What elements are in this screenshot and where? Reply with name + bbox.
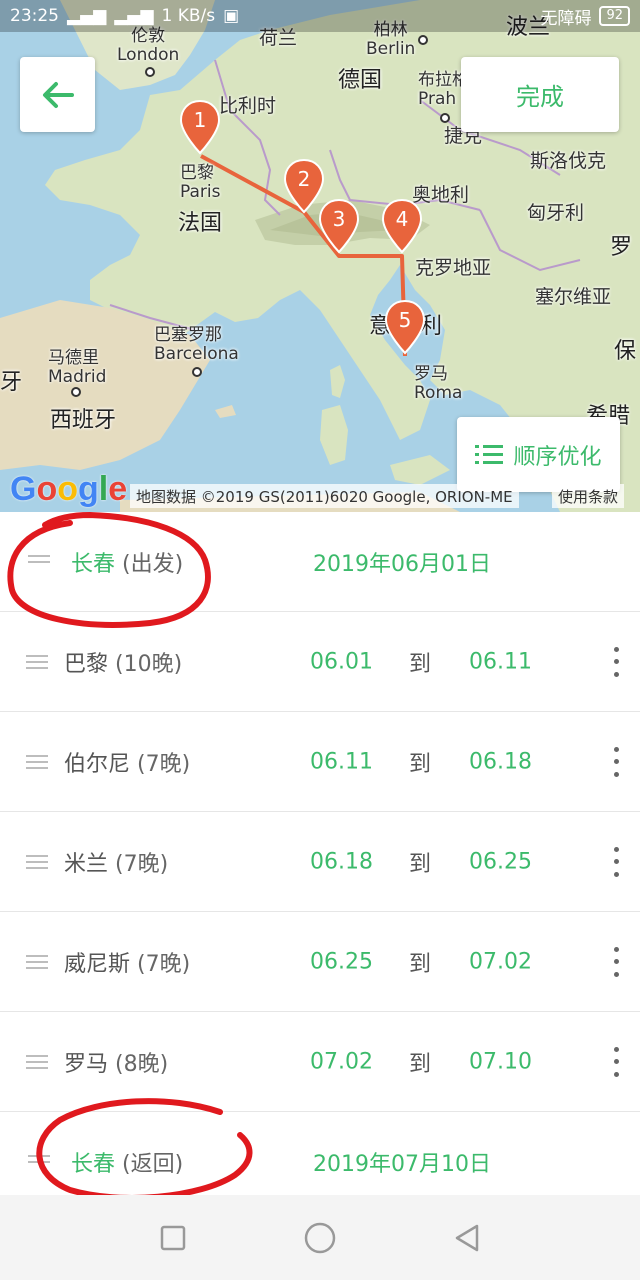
stop-city: 伯尔尼 (7晚) bbox=[64, 751, 191, 777]
route-marker-label: 1 bbox=[194, 108, 207, 132]
stop-end-date[interactable]: 06.25 bbox=[469, 849, 532, 874]
stop-end-date[interactable]: 06.11 bbox=[469, 649, 532, 674]
drag-handle-icon[interactable] bbox=[26, 654, 48, 669]
back-button[interactable] bbox=[20, 57, 95, 132]
stop-items: 巴黎 (10晚) 06.01 到 06.11 伯尔尼 (7晚) 06.11 到 06.18 米兰… bbox=[0, 612, 640, 1112]
stop-row[interactable]: 巴黎 (10晚) 06.01 到 06.11 bbox=[0, 612, 640, 712]
route-marker-4[interactable]: 4 bbox=[380, 198, 424, 256]
map-credits: 地图数据 ©2019 GS(2011)6020 Google, ORION-ME bbox=[130, 484, 519, 508]
back-arrow-icon bbox=[42, 81, 74, 108]
stop-start-date[interactable]: 07.02 bbox=[310, 1049, 373, 1074]
stop-start-date[interactable]: 06.18 bbox=[310, 849, 373, 874]
itinerary-list: 长春 (出发) 2019年06月01日 巴黎 (10晚) 06.01 到 06.11 伯… bbox=[0, 512, 640, 1212]
hd-icon: ▣ bbox=[223, 6, 240, 26]
drag-handle-icon[interactable] bbox=[26, 854, 48, 869]
optimize-order-button[interactable]: 顺序优化 bbox=[457, 417, 620, 492]
stop-to-label: 到 bbox=[409, 851, 432, 877]
departure-city: 长春 (出发) bbox=[71, 551, 184, 577]
route-map[interactable]: 伦敦 London 荷兰 柏林 Berlin 波兰 德国 布拉格 Prah 捷克 比利… bbox=[0, 0, 640, 512]
battery-icon: 92 bbox=[599, 6, 630, 26]
route-marker-label: 3 bbox=[333, 207, 346, 231]
status-bar: 23:25 ▂▄▆ ▂▄▆ 1 KB/s ▣ 无障碍 92 bbox=[0, 0, 640, 32]
route-marker-3[interactable]: 3 bbox=[317, 198, 361, 256]
stop-end-date[interactable]: 06.18 bbox=[469, 749, 532, 774]
return-date[interactable]: 2019年07月10日 bbox=[313, 1146, 491, 1178]
stop-end-date[interactable]: 07.02 bbox=[469, 949, 532, 974]
stop-row[interactable]: 威尼斯 (7晚) 06.25 到 07.02 bbox=[0, 912, 640, 1012]
circle-icon bbox=[304, 1222, 336, 1253]
stop-start-date[interactable]: 06.25 bbox=[310, 949, 373, 974]
stop-row[interactable]: 米兰 (7晚) 06.18 到 06.25 bbox=[0, 812, 640, 912]
return-city: 长春 (返回) bbox=[71, 1152, 184, 1177]
signal-icon-2: ▂▄▆ bbox=[114, 6, 154, 26]
stop-to-label: 到 bbox=[409, 751, 432, 777]
stop-city: 巴黎 (10晚) bbox=[64, 651, 183, 677]
done-button[interactable]: 完成 bbox=[461, 57, 619, 132]
google-logo: Google bbox=[10, 470, 128, 508]
drag-handle-icon[interactable] bbox=[26, 954, 48, 969]
route-marker-5[interactable]: 5 bbox=[383, 299, 427, 357]
home-button[interactable] bbox=[300, 1218, 340, 1258]
drag-handle-icon[interactable] bbox=[26, 1054, 48, 1069]
stop-city: 威尼斯 (7晚) bbox=[64, 951, 191, 977]
departure-date[interactable]: 2019年06月01日 bbox=[313, 546, 491, 578]
more-options-icon[interactable] bbox=[606, 846, 626, 877]
more-options-icon[interactable] bbox=[606, 946, 626, 977]
stop-start-date[interactable]: 06.11 bbox=[310, 749, 373, 774]
drag-handle-icon bbox=[28, 554, 50, 569]
stop-row[interactable]: 罗马 (8晚) 07.02 到 07.10 bbox=[0, 1012, 640, 1112]
status-time: 23:25 bbox=[10, 6, 59, 26]
stop-end-date[interactable]: 07.10 bbox=[469, 1049, 532, 1074]
stop-city: 米兰 (7晚) bbox=[64, 851, 169, 877]
route-marker-label: 5 bbox=[399, 308, 412, 332]
more-options-icon[interactable] bbox=[606, 1046, 626, 1077]
stop-row[interactable]: 伯尔尼 (7晚) 06.11 到 06.18 bbox=[0, 712, 640, 812]
optimize-order-label: 顺序优化 bbox=[513, 444, 602, 470]
more-options-icon[interactable] bbox=[606, 646, 626, 677]
accessibility-label: 无障碍 bbox=[540, 8, 592, 29]
recents-button[interactable] bbox=[153, 1218, 193, 1258]
departure-row[interactable]: 长春 (出发) 2019年06月01日 bbox=[0, 512, 640, 612]
more-options-icon[interactable] bbox=[606, 746, 626, 777]
stop-to-label: 到 bbox=[409, 1051, 432, 1077]
drag-handle-icon[interactable] bbox=[26, 754, 48, 769]
stop-city: 罗马 (8晚) bbox=[64, 1051, 169, 1077]
stop-to-label: 到 bbox=[409, 651, 432, 677]
signal-icon: ▂▄▆ bbox=[67, 6, 107, 26]
map-terms-link[interactable]: 使用条款 bbox=[552, 484, 625, 508]
list-icon bbox=[475, 444, 504, 464]
stop-to-label: 到 bbox=[409, 951, 432, 977]
route-marker-label: 4 bbox=[396, 207, 409, 231]
drag-handle-icon bbox=[28, 1155, 50, 1169]
stop-start-date[interactable]: 06.01 bbox=[310, 649, 373, 674]
back-nav-button[interactable] bbox=[447, 1218, 487, 1258]
triangle-back-icon bbox=[455, 1224, 478, 1251]
route-marker-1[interactable]: 1 bbox=[178, 99, 222, 157]
square-icon bbox=[161, 1225, 186, 1250]
network-speed: 1 KB/s bbox=[161, 6, 216, 26]
system-nav-bar bbox=[0, 1195, 640, 1280]
trip-planner-screen: 伦敦 London 荷兰 柏林 Berlin 波兰 德国 布拉格 Prah 捷克 比利… bbox=[0, 0, 640, 1280]
route-marker-label: 2 bbox=[298, 167, 311, 191]
